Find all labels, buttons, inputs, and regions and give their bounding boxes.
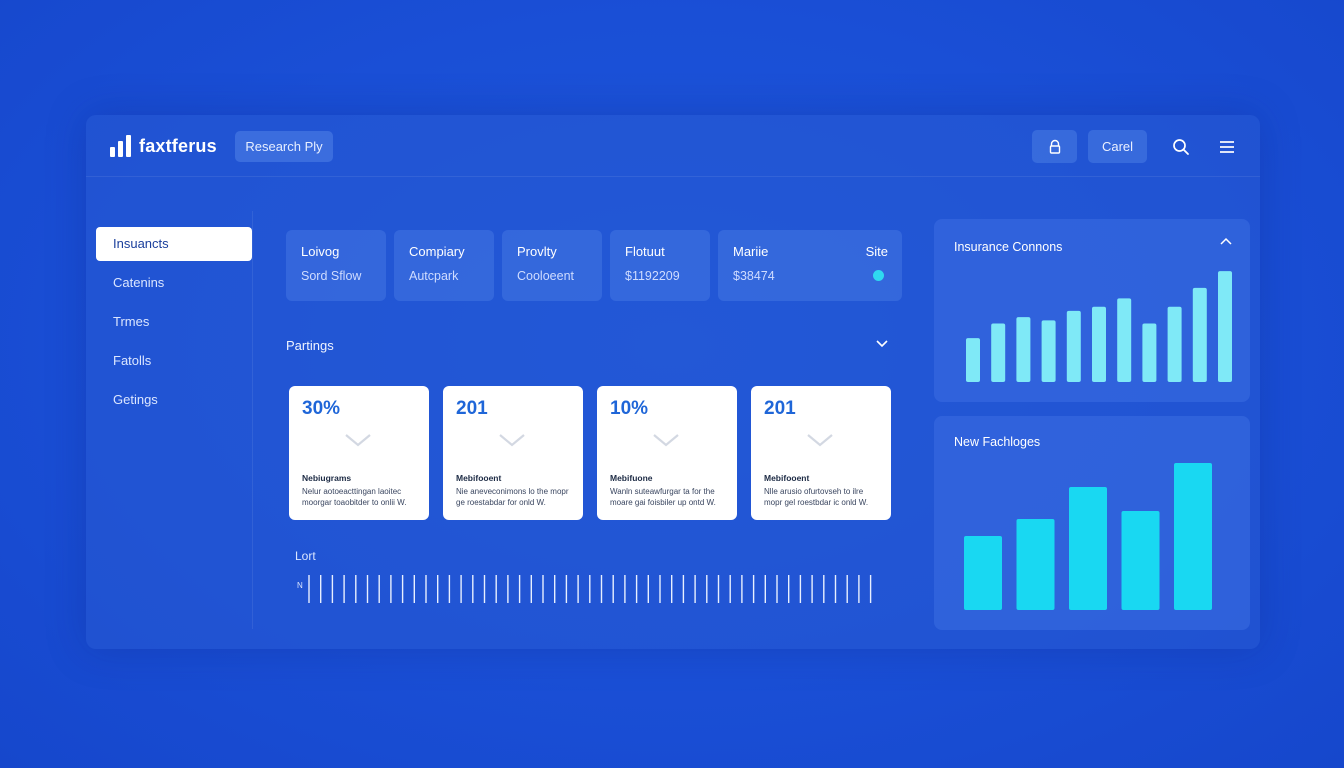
sidebar-item-getings[interactable]: Getings [96, 383, 252, 417]
card-title: Mebifuone [610, 473, 653, 483]
chart-bar[interactable] [1066, 310, 1081, 382]
chart-bar[interactable] [1174, 463, 1212, 610]
new-chart-panel: New Fachloges [934, 416, 1250, 630]
top-bar: faxtferus Research Ply Carel [86, 115, 1260, 177]
chart-bar[interactable] [1117, 298, 1132, 382]
timeline-axis-label: N [297, 581, 303, 590]
info-cell[interactable]: Flotuut $1192209 [610, 230, 710, 301]
menu-icon[interactable] [1217, 137, 1237, 157]
info-value: Autcpark [409, 269, 459, 283]
new-bar-chart [964, 463, 1212, 610]
lock-button[interactable] [1032, 130, 1077, 163]
stat-card[interactable]: 201 Mebifooent Nlle arusio ofurtovseh to… [751, 386, 891, 520]
chevron-down-icon [499, 434, 525, 447]
timeline-ticks[interactable] [307, 573, 877, 603]
bar-chart-logo-icon [110, 135, 131, 157]
chevron-down-icon[interactable] [874, 336, 890, 352]
stat-card[interactable]: 30% Nebiugrams Nelur aotoeacttingan laoi… [289, 386, 429, 520]
timeline-label: Lort [295, 549, 316, 563]
card-description: Nlle arusio ofurtovseh to ilre mopr gel … [764, 487, 869, 507]
info-value: Cooloeent [517, 269, 574, 283]
chart-bar[interactable] [991, 323, 1006, 382]
card-title: Mebifooent [456, 473, 502, 483]
app-name: faxtferus [139, 135, 217, 156]
dashboard-window: faxtferus Research Ply Carel Insuancts C… [86, 115, 1260, 649]
card-value: 201 [456, 398, 488, 419]
lock-icon [1049, 139, 1060, 154]
info-label: Flotuut [625, 244, 665, 259]
insurance-bar-chart [966, 271, 1232, 382]
info-cell[interactable]: Mariie $38474 Site [718, 230, 902, 301]
card-title: Mebifooent [764, 473, 810, 483]
card-description: Nie aneveconimons lo the mopr ge roestab… [456, 487, 569, 507]
chart-bar[interactable] [964, 536, 1002, 610]
info-cell[interactable]: Loivog Sord Sflow [286, 230, 386, 301]
site-status-dot [873, 270, 884, 281]
info-value: $38474 [733, 269, 775, 283]
card-description: Wanln suteawfurgar ta for the moare gai … [610, 487, 716, 507]
info-label: Mariie [733, 244, 769, 259]
card-value: 30% [302, 398, 341, 419]
info-value: Sord Sflow [301, 269, 362, 283]
info-value: $1192209 [625, 269, 680, 283]
card-title: Nebiugrams [302, 473, 352, 483]
chart-bar[interactable] [966, 338, 980, 382]
sidebar-item-insuancts[interactable]: Insuancts [96, 227, 252, 261]
sidebar: Insuancts Catenins Trmes Fatolls Getings [96, 227, 252, 422]
info-row: Loivog Sord Sflow Compiary Autcpark Prov… [286, 230, 902, 301]
section-title: Partings [286, 338, 334, 353]
info-cell[interactable]: Provlty Cooloeent [502, 230, 602, 301]
chart-bar[interactable] [1016, 519, 1055, 610]
chart-bar[interactable] [1121, 511, 1160, 610]
chart-bar[interactable] [1167, 306, 1182, 382]
search-icon[interactable] [1171, 137, 1191, 157]
app-logo[interactable]: faxtferus [110, 135, 217, 157]
research-badge-button[interactable]: Research Ply [235, 131, 333, 162]
chevron-down-icon [653, 434, 679, 447]
chart-bar[interactable] [1069, 487, 1107, 610]
info-cell[interactable]: Compiary Autcpark [394, 230, 494, 301]
site-label: Site [865, 244, 888, 259]
insurance-chart-panel: Insurance Connons [934, 219, 1250, 402]
chevron-down-icon [345, 434, 371, 447]
sidebar-divider [252, 211, 253, 629]
stat-card[interactable]: 201 Mebifooent Nie aneveconimons lo the … [443, 386, 583, 520]
info-label: Loivog [301, 244, 340, 259]
chevron-down-icon [807, 434, 833, 447]
chart-bar[interactable] [1041, 320, 1056, 382]
chart-bar[interactable] [1016, 317, 1031, 382]
chart-bar[interactable] [1142, 323, 1157, 382]
chart-bar[interactable] [1192, 287, 1207, 382]
sidebar-item-fatolls[interactable]: Fatolls [96, 344, 252, 378]
stat-card[interactable]: 10% Mebifuone Wanln suteawfurgar ta for … [597, 386, 737, 520]
sidebar-item-trmes[interactable]: Trmes [96, 305, 252, 339]
info-label: Compiary [409, 244, 465, 259]
chart-bar[interactable] [1092, 306, 1106, 382]
info-label: Provlty [517, 244, 557, 259]
user-button[interactable]: Carel [1088, 130, 1147, 163]
card-row: 30% Nebiugrams Nelur aotoeacttingan laoi… [289, 386, 891, 520]
card-description: Nelur aotoeacttingan laoitec moorgar toa… [302, 487, 407, 507]
card-value: 201 [764, 398, 796, 419]
card-value: 10% [610, 398, 649, 419]
sidebar-item-catenins[interactable]: Catenins [96, 266, 252, 300]
chart-bar[interactable] [1218, 271, 1232, 382]
